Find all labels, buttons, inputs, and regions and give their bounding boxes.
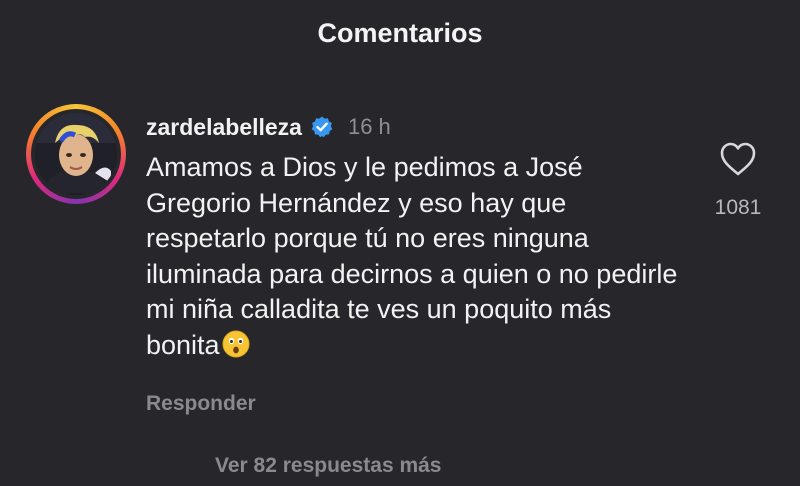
page-title: Comentarios <box>317 18 483 48</box>
view-more-replies-button[interactable]: Ver 82 respuestas más <box>215 454 442 478</box>
astonished-face-emoji-icon <box>222 330 250 358</box>
comment-time: 16 h <box>347 114 391 139</box>
like-heart-icon[interactable] <box>719 141 757 177</box>
like-count: 1081 <box>714 196 762 219</box>
comment-meta: zardelabelleza 16 h <box>146 112 391 142</box>
avatar[interactable] <box>26 104 126 204</box>
comment-body: Amamos a Dios y le pedimos a José Gregor… <box>146 150 686 363</box>
username[interactable]: zardelabelleza <box>146 114 302 141</box>
comment-text: Amamos a Dios y le pedimos a José Gregor… <box>146 152 678 360</box>
verified-badge-icon <box>310 115 334 139</box>
reply-button[interactable]: Responder <box>146 392 256 416</box>
avatar-photo <box>35 113 117 195</box>
